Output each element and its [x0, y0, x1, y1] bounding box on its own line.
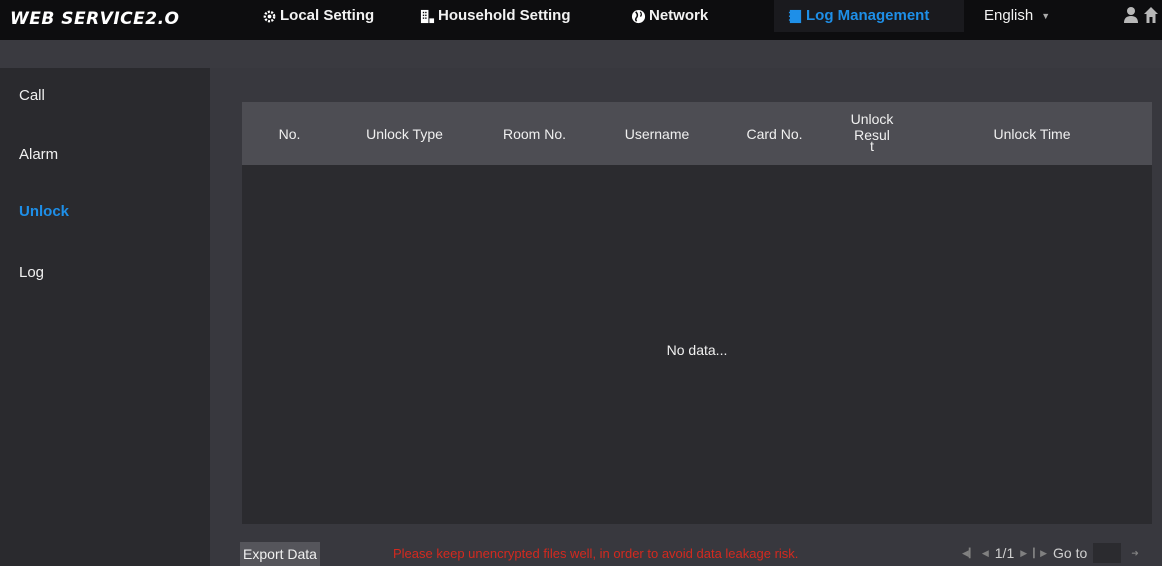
- nav-log-management[interactable]: Log Management: [774, 0, 964, 32]
- next-page-icon[interactable]: ▶: [1020, 548, 1027, 559]
- top-icons: [1124, 6, 1159, 24]
- prev-page-icon[interactable]: ◀: [982, 548, 989, 559]
- go-arrow-icon[interactable]: ➜: [1131, 548, 1139, 559]
- first-page-icon[interactable]: ◀▎: [962, 548, 976, 559]
- column-header-unlock-type: Unlock Type: [366, 126, 443, 142]
- goto-label: Go to: [1053, 545, 1088, 561]
- column-header-username: Username: [624, 126, 690, 142]
- chevron-down-icon: ▼: [1041, 10, 1051, 21]
- column-header-card-no: Card No.: [746, 126, 803, 142]
- nav-local-setting[interactable]: Local Setting: [262, 0, 374, 32]
- nav-network[interactable]: Network: [631, 0, 708, 32]
- nav-household-setting-label: Household Setting: [438, 7, 571, 24]
- column-header-unlock-time: Unlock Time: [993, 126, 1071, 142]
- nav-log-management-label: Log Management: [806, 7, 930, 24]
- sidebar-item-call[interactable]: Call: [19, 87, 45, 104]
- unlock-records-table: No. Unlock Type Room No. Username Card N…: [242, 102, 1152, 524]
- sidebar-item-unlock[interactable]: Unlock: [19, 203, 69, 220]
- last-page-icon[interactable]: ▎▶: [1033, 548, 1047, 559]
- warning-message: Please keep unencrypted files well, in o…: [393, 546, 799, 561]
- sub-header-bar: [0, 40, 1162, 68]
- language-label: English: [984, 7, 1034, 24]
- sidebar-item-log[interactable]: Log: [19, 264, 44, 281]
- sidebar: Call Alarm Unlock Log: [0, 68, 210, 566]
- column-header-room-no: Room No.: [502, 126, 567, 142]
- home-icon[interactable]: [1143, 6, 1159, 24]
- language-select[interactable]: English ▼: [984, 7, 1050, 24]
- sidebar-item-alarm[interactable]: Alarm: [19, 146, 58, 163]
- empty-state-text: No data...: [666, 342, 728, 358]
- user-icon[interactable]: [1124, 6, 1138, 24]
- globe-icon: [631, 9, 646, 23]
- building-icon: [420, 9, 435, 23]
- goto-page-input[interactable]: [1093, 543, 1122, 563]
- table-header: No. Unlock Type Room No. Username Card N…: [242, 102, 1152, 165]
- page-indicator: 1/1: [994, 545, 1015, 561]
- export-data-button[interactable]: Export Data: [240, 542, 320, 566]
- nav-local-setting-label: Local Setting: [280, 7, 375, 24]
- nav-household-setting[interactable]: Household Setting: [420, 0, 571, 32]
- column-header-unlock-result-wrap: t: [870, 138, 874, 154]
- top-navigation-bar: WEB SERVICE2.O Local Setting Household S…: [0, 0, 1162, 40]
- brand-logo: WEB SERVICE2.O: [10, 9, 180, 29]
- gear-icon: [263, 10, 276, 22]
- column-header-no: No.: [278, 126, 301, 142]
- pagination: ◀▎ ◀ 1/1 ▶ ▎▶ Go to ➜: [962, 543, 1139, 563]
- nav-network-label: Network: [649, 7, 709, 24]
- log-book-icon: [788, 9, 802, 23]
